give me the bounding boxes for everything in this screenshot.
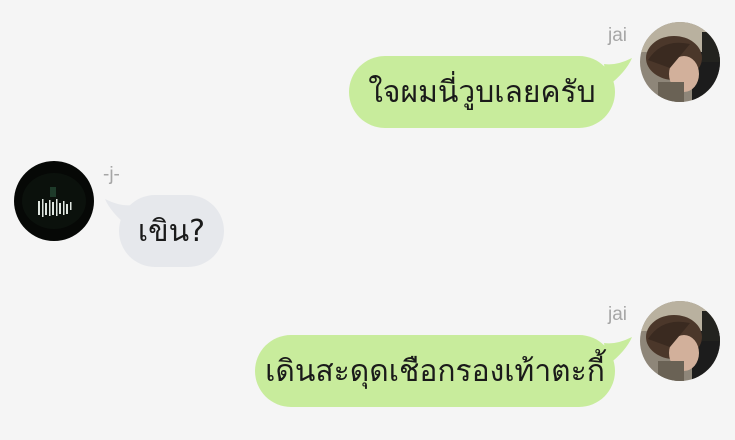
sender-name: jai (608, 25, 628, 46)
jai-avatar-photo (640, 22, 720, 102)
avatar[interactable] (640, 22, 720, 102)
sender-name: -j- (103, 164, 120, 185)
avatar[interactable] (14, 161, 94, 241)
message-bubble[interactable]: ใจผมนี่วูบเลยครับ (349, 56, 615, 128)
sender-name: jai (608, 304, 628, 325)
j-avatar-photo (14, 161, 94, 241)
message-incoming: -j- เขิน? (0, 150, 735, 280)
message-bubble[interactable]: เดินสะดุดเชือกรองเท้าตะกี้ (255, 335, 615, 407)
message-outgoing: jai เดินสะดุดเชือกรองเท้าตะกี้ (0, 280, 735, 440)
message-text: ใจผมนี่วูบเลยครับ (368, 74, 596, 110)
avatar[interactable] (640, 301, 720, 381)
jai-avatar-photo (640, 301, 720, 381)
chat-thread: jai ใจผมนี่วูบเลยครับ -j- เขิน? jai เดิน… (0, 0, 735, 440)
message-text: เขิน? (137, 213, 206, 249)
message-text: เดินสะดุดเชือกรองเท้าตะกี้ (265, 353, 605, 389)
message-bubble[interactable]: เขิน? (119, 195, 224, 267)
message-outgoing: jai ใจผมนี่วูบเลยครับ (0, 0, 735, 140)
